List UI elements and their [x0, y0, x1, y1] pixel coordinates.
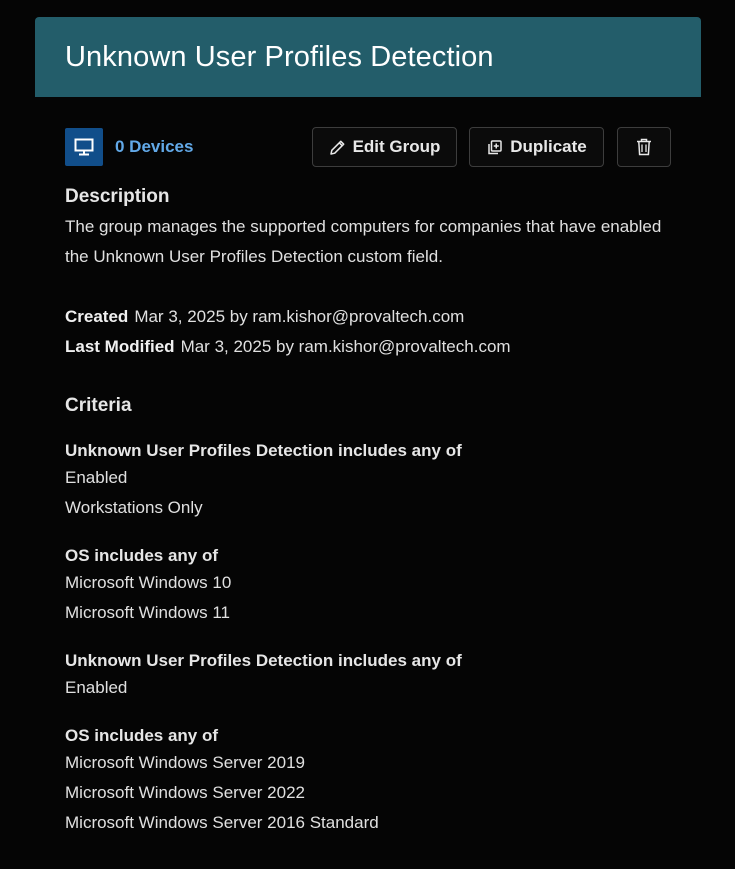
edit-group-button[interactable]: Edit Group	[312, 127, 457, 167]
delete-button[interactable]	[617, 127, 671, 167]
criteria-group-title: OS includes any of	[65, 726, 219, 745]
criteria-heading: Criteria	[65, 395, 132, 416]
criteria-value: Enabled	[65, 678, 128, 697]
criteria-value: Microsoft Windows Server 2022	[65, 783, 305, 802]
created-label: Created	[65, 307, 129, 326]
criteria-group-title: OS includes any of	[65, 546, 219, 565]
criteria-value: Microsoft Windows 10	[65, 573, 232, 592]
criteria-value: Workstations Only	[65, 498, 203, 517]
panel-header: Unknown User Profiles Detection	[35, 17, 701, 97]
criteria-value: Microsoft Windows Server 2019	[65, 753, 305, 772]
last-modified-row: Last Modified Mar 3, 2025 by ram.kishor@p…	[65, 337, 511, 357]
description-text: The group manages the supported computer…	[65, 217, 662, 266]
edit-group-label: Edit Group	[352, 137, 441, 156]
criteria-group-title: Unknown User Profiles Detection includes…	[65, 651, 462, 670]
monitor-icon	[65, 128, 103, 166]
criteria-value: Microsoft Windows Server 2016 Standard	[65, 813, 379, 832]
description-heading: Description	[65, 186, 170, 207]
criteria-value: Microsoft Windows 11	[65, 603, 231, 622]
pencil-icon	[329, 139, 346, 156]
duplicate-icon	[486, 139, 503, 156]
trash-icon	[636, 138, 652, 156]
created-value: Mar 3, 2025 by ram.kishor@provaltech.com	[134, 307, 465, 326]
criteria-value: Enabled	[65, 468, 128, 487]
last-modified-label: Last Modified	[65, 337, 175, 356]
duplicate-button[interactable]: Duplicate	[469, 127, 604, 167]
devices-count-link[interactable]: 0 Devices	[115, 137, 193, 157]
criteria-group-title: Unknown User Profiles Detection includes…	[65, 441, 462, 460]
created-row: Created Mar 3, 2025 by ram.kishor@provalt…	[65, 307, 464, 327]
duplicate-label: Duplicate	[510, 137, 587, 156]
last-modified-value: Mar 3, 2025 by ram.kishor@provaltech.com	[180, 337, 511, 356]
page-title: Unknown User Profiles Detection	[65, 40, 494, 73]
toolbar: 0 Devices Edit Group Duplicate	[65, 127, 671, 167]
